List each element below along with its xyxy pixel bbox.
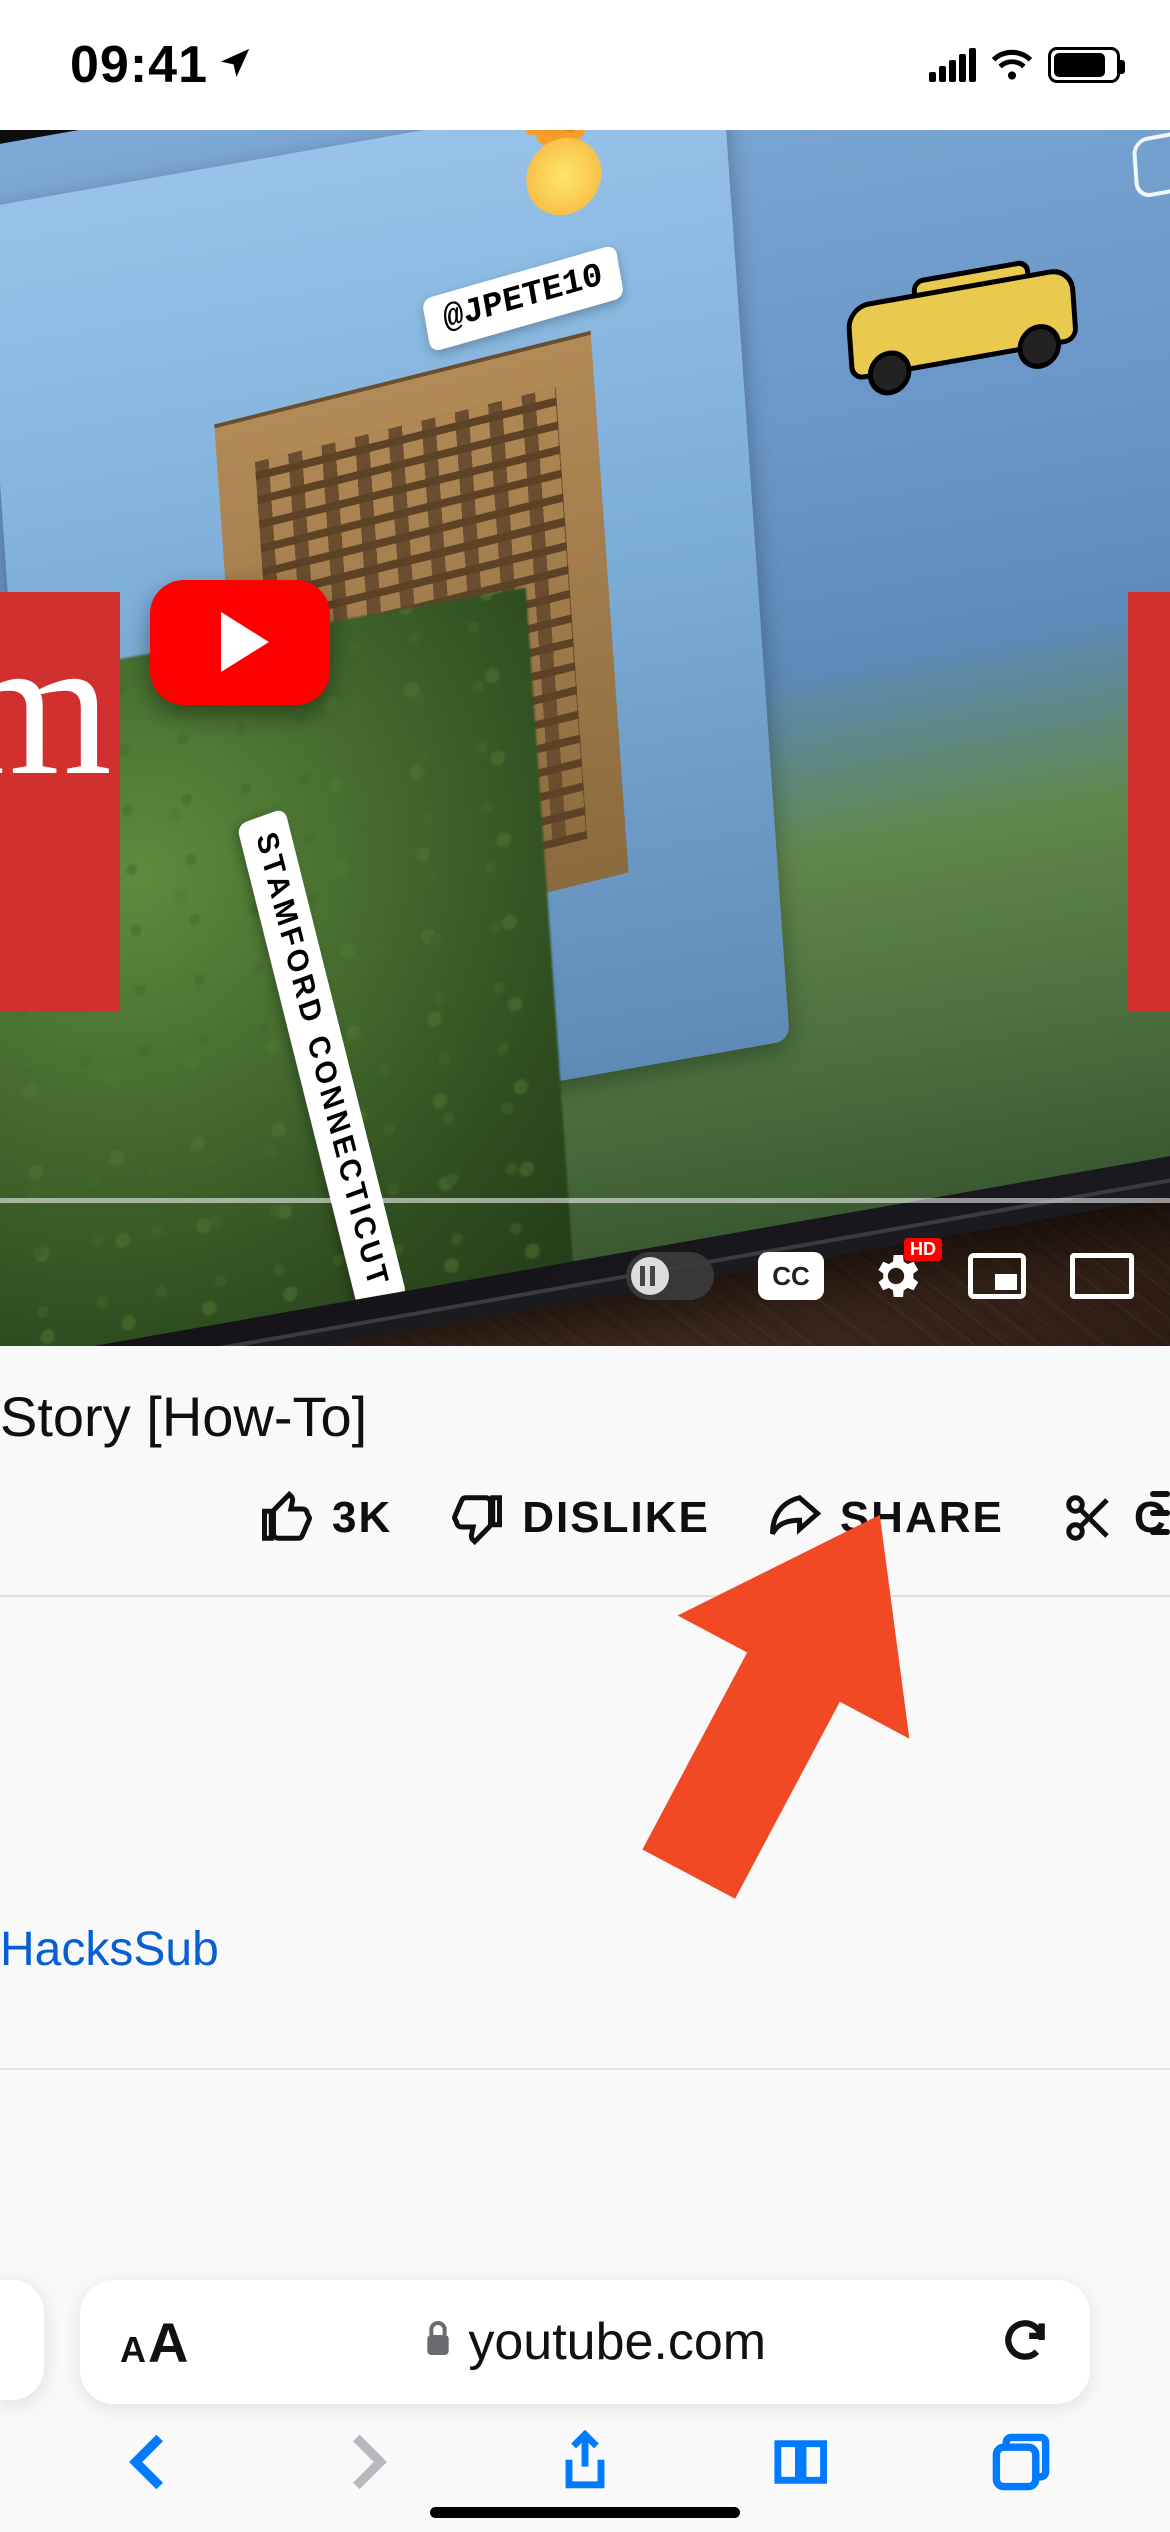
divider — [0, 2068, 1170, 2070]
home-indicator[interactable] — [430, 2507, 740, 2518]
channel-link[interactable]: HacksSub — [0, 1922, 219, 1977]
browser-share-button[interactable] — [553, 2430, 617, 2499]
wifi-icon — [990, 46, 1034, 85]
more-actions-icon[interactable] — [1150, 1491, 1170, 1535]
forward-button[interactable] — [335, 2430, 399, 2499]
like-count: 3K — [332, 1493, 392, 1543]
status-bar: 09:41 — [0, 0, 1170, 130]
play-button[interactable] — [150, 580, 330, 705]
location-icon — [218, 46, 252, 85]
miniplayer-button[interactable] — [968, 1253, 1026, 1299]
video-player[interactable]: jp32442017 @JPETE10 STAMFORD CONNECTICUT… — [0, 130, 1170, 1346]
settings-button[interactable]: HD — [868, 1248, 924, 1304]
scissors-icon — [1062, 1491, 1116, 1545]
text-size-button[interactable]: AA — [120, 2310, 188, 2375]
lock-icon — [422, 2312, 454, 2372]
fullscreen-button[interactable] — [1070, 1253, 1134, 1299]
like-button[interactable]: 3K — [260, 1491, 392, 1545]
tabs-button[interactable] — [989, 2430, 1053, 2499]
dislike-label: DISLIKE — [522, 1493, 710, 1543]
video-title: Story [How-To] — [0, 1346, 1170, 1473]
url-text: youtube.com — [468, 2312, 766, 2372]
bookmarks-button[interactable] — [771, 2430, 835, 2499]
hd-badge: HD — [904, 1238, 942, 1261]
right-overlay — [1128, 592, 1170, 1012]
battery-icon — [1048, 47, 1120, 83]
autoplay-toggle[interactable] — [626, 1252, 714, 1300]
back-button[interactable] — [117, 2430, 181, 2499]
sticker-square-icon — [1131, 130, 1170, 200]
cellular-signal-icon — [929, 48, 976, 82]
phone-mockup: jp32442017 @JPETE10 STAMFORD CONNECTICUT — [0, 130, 1170, 1346]
status-time: 09:41 — [70, 35, 208, 95]
address-bar[interactable]: AA youtube.com — [80, 2280, 1090, 2404]
dislike-button[interactable]: DISLIKE — [450, 1491, 710, 1545]
video-actions: 3K DISLIKE SHARE CLIP — [0, 1491, 1170, 1545]
player-controls: CC HD — [0, 1206, 1170, 1346]
thumbs-up-icon — [260, 1491, 314, 1545]
tab-switcher-peek[interactable] — [0, 2280, 44, 2400]
reload-button[interactable] — [1000, 2315, 1050, 2370]
left-overlay: m — [0, 592, 120, 1012]
captions-button[interactable]: CC — [758, 1252, 824, 1300]
taxi-sticker-icon — [839, 247, 1084, 409]
thumbs-down-icon — [450, 1491, 504, 1545]
